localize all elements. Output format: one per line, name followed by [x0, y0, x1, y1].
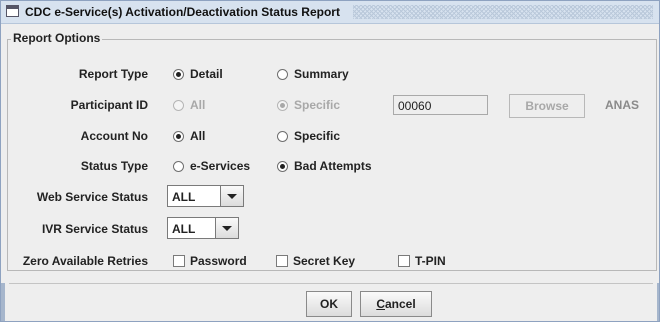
account-no-all-radio[interactable]: All [173, 129, 205, 143]
checkbox-unchecked-icon [276, 255, 288, 267]
title-bar[interactable]: CDC e-Service(s) Activation/Deactivation… [1, 1, 659, 24]
account-no-all-label: All [190, 129, 206, 143]
window-title: CDC e-Service(s) Activation/Deactivation… [25, 5, 340, 19]
ivr-service-status-value: ALL [172, 222, 196, 236]
secret-key-checkbox[interactable]: Secret Key [276, 254, 355, 268]
report-type-detail-radio[interactable]: Detail [173, 67, 223, 81]
left-border-accent [1, 283, 5, 321]
browse-button[interactable]: Browse [509, 94, 585, 118]
radio-selected-icon [277, 160, 288, 172]
participant-id-field[interactable]: 00060 [393, 95, 488, 115]
participant-code: ANAS [605, 98, 640, 112]
radio-unselected-icon [277, 130, 288, 142]
radio-unselected-icon [173, 99, 184, 111]
chevron-down-icon[interactable] [215, 218, 238, 238]
title-grip [353, 5, 653, 19]
report-type-detail-label: Detail [190, 67, 223, 81]
tpin-checkbox-label: T-PIN [415, 254, 446, 268]
zero-retries-label: Zero Available Retries [22, 254, 148, 268]
account-no-label: Account No [80, 129, 148, 143]
radio-unselected-icon [173, 160, 184, 172]
button-bar-divider [9, 283, 653, 284]
radio-selected-icon [173, 130, 184, 142]
status-type-bad-attempts-radio[interactable]: Bad Attempts [277, 159, 372, 173]
checkbox-unchecked-icon [398, 255, 410, 267]
web-service-status-dropdown[interactable]: ALL [167, 185, 244, 207]
participant-id-all-radio[interactable]: All [173, 98, 205, 112]
participant-id-label: Participant ID [70, 98, 148, 112]
radio-unselected-icon [277, 68, 288, 80]
status-type-label: Status Type [80, 159, 148, 173]
web-service-status-label: Web Service Status [36, 190, 148, 204]
report-window: CDC e-Service(s) Activation/Deactivation… [0, 0, 660, 322]
report-type-summary-label: Summary [294, 67, 349, 81]
cancel-button[interactable]: Cancel [360, 291, 432, 317]
report-type-label: Report Type [78, 67, 148, 81]
account-no-specific-radio[interactable]: Specific [277, 129, 340, 143]
chevron-down-icon[interactable] [220, 186, 243, 206]
ivr-service-status-label: IVR Service Status [41, 222, 148, 236]
window-icon [6, 5, 19, 17]
password-checkbox-label: Password [190, 254, 247, 268]
cancel-mnemonic: C [376, 297, 385, 311]
participant-id-specific-radio[interactable]: Specific [277, 98, 340, 112]
radio-selected-icon [277, 99, 288, 111]
status-type-bad-attempts-label: Bad Attempts [294, 159, 372, 173]
tpin-checkbox[interactable]: T-PIN [398, 254, 446, 268]
participant-id-specific-label: Specific [294, 98, 341, 112]
ivr-service-status-dropdown[interactable]: ALL [167, 217, 239, 239]
cancel-button-label: ancel [384, 297, 416, 311]
secret-key-checkbox-label: Secret Key [293, 254, 356, 268]
web-service-status-value: ALL [172, 190, 196, 204]
status-type-eservices-radio[interactable]: e-Services [173, 159, 250, 173]
password-checkbox[interactable]: Password [173, 254, 247, 268]
right-border-accent [657, 283, 659, 321]
report-options-legend: Report Options [11, 31, 103, 45]
radio-selected-icon [173, 68, 184, 80]
account-no-specific-label: Specific [294, 129, 341, 143]
checkbox-unchecked-icon [173, 255, 185, 267]
ok-button[interactable]: OK [306, 291, 352, 317]
report-type-summary-radio[interactable]: Summary [277, 67, 349, 81]
status-type-eservices-label: e-Services [190, 159, 251, 173]
participant-id-all-label: All [190, 98, 206, 112]
